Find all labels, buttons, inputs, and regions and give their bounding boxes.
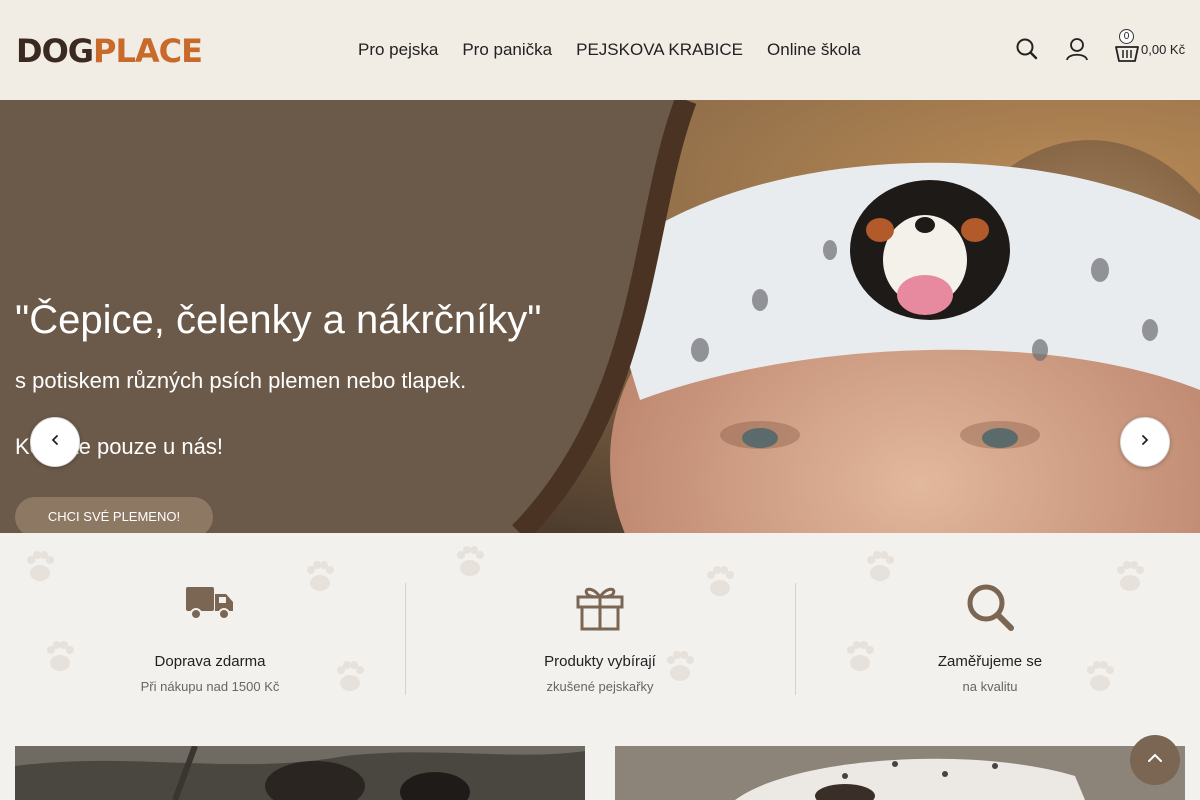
feature-title: Doprava zdarma <box>154 653 266 670</box>
site-header: DOG PLACE Pro pejska Pro panička PEJSKOVA… <box>0 0 1200 100</box>
slider-prev-button[interactable] <box>30 417 80 467</box>
back-to-top-button[interactable] <box>1130 735 1180 785</box>
logo-dog-text: DOG <box>16 32 94 70</box>
feature-quality: Zaměřujeme se na kvalitu <box>795 533 1185 713</box>
feature-free-shipping: Doprava zdarma Při nákupu nad 1500 Kč <box>15 533 405 713</box>
logo-place-text: PLACE <box>93 32 203 70</box>
chevron-right-icon <box>1139 433 1151 451</box>
search-icon <box>964 581 1016 638</box>
hero-cta-button[interactable]: CHCI SVÉ PLEMENO! <box>15 497 213 533</box>
hero-subtitle: s potiskem různých psích plemen nebo tla… <box>15 368 467 393</box>
search-icon[interactable] <box>1014 36 1040 62</box>
feature-products-chosen: Produkty vybírají zkušené pejskařky <box>405 533 795 713</box>
chevron-up-icon <box>1146 749 1164 772</box>
hero-title: "Čepice, čelenky a nákrčníky" <box>15 298 542 342</box>
feature-subtitle: na kvalitu <box>962 679 1018 694</box>
cart-count-badge: 0 <box>1119 29 1134 44</box>
truck-icon <box>184 581 236 630</box>
logo[interactable]: DOG PLACE <box>16 32 203 70</box>
nav-pejskova-krabice[interactable]: PEJSKOVA KRABICE <box>564 38 755 62</box>
category-card-image-right[interactable] <box>615 746 1185 800</box>
nav-pro-panicka[interactable]: Pro panička <box>450 38 564 62</box>
nav-online-skola[interactable]: Online škola <box>755 38 873 62</box>
nav-pro-pejska[interactable]: Pro pejska <box>346 38 450 62</box>
slider-next-button[interactable] <box>1120 417 1170 467</box>
category-card-image-left[interactable] <box>15 746 585 800</box>
cart-total[interactable]: 0,00 Kč <box>1141 42 1185 57</box>
feature-title: Zaměřujeme se <box>937 653 1043 670</box>
feature-subtitle: Při nákupu nad 1500 Kč <box>140 679 280 694</box>
chevron-left-icon <box>49 433 61 451</box>
gift-icon <box>574 581 626 638</box>
hero-slider: "Čepice, čelenky a nákrčníky" s potiskem… <box>0 100 1200 533</box>
user-icon[interactable] <box>1064 36 1090 62</box>
feature-subtitle: zkušené pejskařky <box>546 679 654 694</box>
feature-title: Produkty vybírají <box>544 653 656 670</box>
features-strip: Doprava zdarma Při nákupu nad 1500 Kč Pr… <box>0 533 1200 713</box>
main-nav: Pro pejska Pro panička PEJSKOVA KRABICE … <box>346 38 873 62</box>
